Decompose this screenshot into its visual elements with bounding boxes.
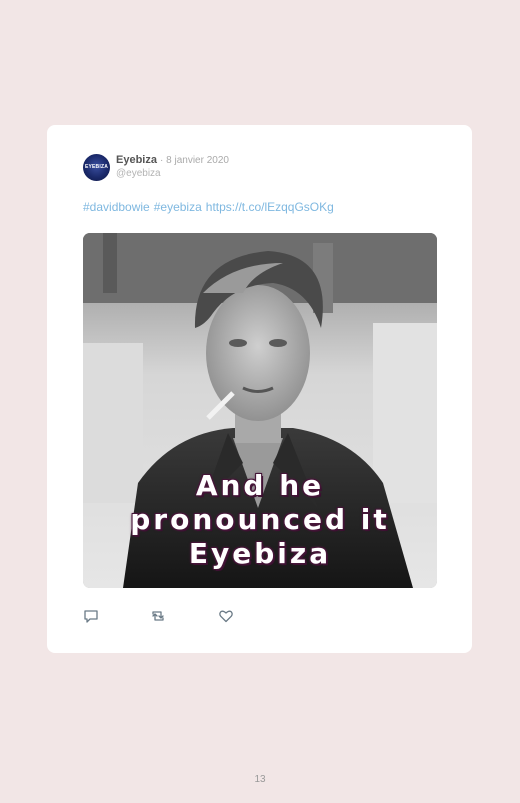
image-caption: And he pronounced it Eyebiza	[83, 469, 437, 571]
page-number: 13	[254, 774, 266, 785]
caption-line: And he	[195, 469, 325, 502]
heart-icon[interactable]	[218, 608, 234, 624]
tweet-text: #davidbowie #eyebiza https://t.co/lEzqqGsO…	[83, 200, 338, 214]
tweet-date[interactable]: · 8 janvier 2020	[160, 155, 229, 166]
retweet-icon[interactable]	[150, 608, 166, 624]
author-name[interactable]: Eyebiza	[116, 154, 157, 166]
url-link[interactable]: https://t.co/lEzqqGsOKg	[206, 200, 334, 214]
hashtag-link[interactable]: #davidbowie	[83, 200, 150, 214]
hashtag-link[interactable]: #eyebiza	[154, 200, 202, 214]
caption-line: Eyebiza	[188, 537, 332, 570]
reply-icon[interactable]	[83, 608, 99, 624]
author-handle[interactable]: @eyebiza	[116, 168, 161, 179]
tweet-image[interactable]: And he pronounced it Eyebiza	[83, 233, 437, 588]
avatar[interactable]: EYEBIZA	[83, 154, 110, 181]
tweet-card: EYEBIZA Eyebiza · 8 janvier 2020 @eyebiz…	[47, 125, 472, 653]
author-row: Eyebiza · 8 janvier 2020	[116, 154, 229, 166]
caption-line: pronounced it	[130, 503, 390, 536]
avatar-logo-text: EYEBIZA	[84, 164, 109, 170]
